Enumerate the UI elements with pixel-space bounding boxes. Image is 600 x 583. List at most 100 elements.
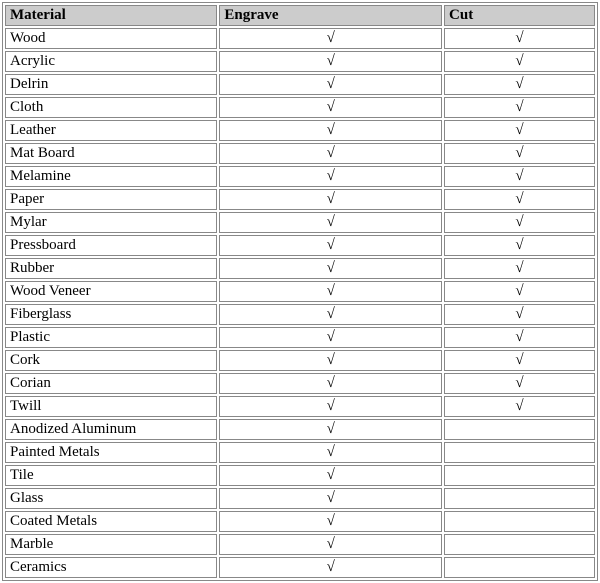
cell-engrave: √	[219, 442, 442, 463]
cell-material: Wood	[5, 28, 217, 49]
cell-cut: √	[444, 74, 595, 95]
cell-material: Pressboard	[5, 235, 217, 256]
cell-engrave: √	[219, 534, 442, 555]
cell-cut	[444, 488, 595, 509]
cell-cut	[444, 442, 595, 463]
cell-engrave: √	[219, 143, 442, 164]
cell-material: Fiberglass	[5, 304, 217, 325]
table-row: Wood√√	[5, 28, 595, 49]
cell-material: Painted Metals	[5, 442, 217, 463]
cell-engrave: √	[219, 97, 442, 118]
cell-cut: √	[444, 143, 595, 164]
table-row: Acrylic√√	[5, 51, 595, 72]
cell-material: Cloth	[5, 97, 217, 118]
table-row: Ceramics√	[5, 557, 595, 578]
header-cut: Cut	[444, 5, 595, 26]
cell-material: Leather	[5, 120, 217, 141]
cell-material: Paper	[5, 189, 217, 210]
cell-cut	[444, 419, 595, 440]
cell-cut: √	[444, 396, 595, 417]
cell-cut: √	[444, 258, 595, 279]
table-row: Pressboard√√	[5, 235, 595, 256]
cell-material: Mylar	[5, 212, 217, 233]
cell-cut: √	[444, 189, 595, 210]
cell-cut: √	[444, 97, 595, 118]
cell-engrave: √	[219, 419, 442, 440]
cell-cut	[444, 534, 595, 555]
cell-engrave: √	[219, 327, 442, 348]
cell-cut: √	[444, 212, 595, 233]
cell-engrave: √	[219, 511, 442, 532]
cell-material: Plastic	[5, 327, 217, 348]
cell-cut: √	[444, 28, 595, 49]
cell-engrave: √	[219, 51, 442, 72]
header-engrave: Engrave	[219, 5, 442, 26]
cell-material: Tile	[5, 465, 217, 486]
table-row: Delrin√√	[5, 74, 595, 95]
cell-engrave: √	[219, 212, 442, 233]
cell-engrave: √	[219, 281, 442, 302]
cell-engrave: √	[219, 373, 442, 394]
cell-engrave: √	[219, 465, 442, 486]
table-row: Paper√√	[5, 189, 595, 210]
cell-cut: √	[444, 373, 595, 394]
cell-cut: √	[444, 327, 595, 348]
cell-material: Rubber	[5, 258, 217, 279]
table-row: Marble√	[5, 534, 595, 555]
cell-cut	[444, 557, 595, 578]
table-row: Glass√	[5, 488, 595, 509]
cell-material: Delrin	[5, 74, 217, 95]
cell-engrave: √	[219, 396, 442, 417]
cell-material: Marble	[5, 534, 217, 555]
cell-cut: √	[444, 350, 595, 371]
table-row: Corian√√	[5, 373, 595, 394]
cell-material: Coated Metals	[5, 511, 217, 532]
cell-material: Twill	[5, 396, 217, 417]
cell-engrave: √	[219, 258, 442, 279]
materials-table: Material Engrave Cut Wood√√Acrylic√√Delr…	[2, 2, 598, 581]
table-row: Fiberglass√√	[5, 304, 595, 325]
cell-material: Acrylic	[5, 51, 217, 72]
cell-material: Mat Board	[5, 143, 217, 164]
cell-engrave: √	[219, 189, 442, 210]
cell-cut: √	[444, 166, 595, 187]
cell-engrave: √	[219, 235, 442, 256]
cell-engrave: √	[219, 120, 442, 141]
table-row: Coated Metals√	[5, 511, 595, 532]
cell-cut: √	[444, 51, 595, 72]
table-row: Leather√√	[5, 120, 595, 141]
cell-cut	[444, 465, 595, 486]
table-row: Anodized Aluminum√	[5, 419, 595, 440]
cell-engrave: √	[219, 166, 442, 187]
cell-engrave: √	[219, 74, 442, 95]
cell-material: Corian	[5, 373, 217, 394]
cell-engrave: √	[219, 350, 442, 371]
cell-cut: √	[444, 304, 595, 325]
cell-cut: √	[444, 281, 595, 302]
table-row: Wood Veneer√√	[5, 281, 595, 302]
table-row: Mylar√√	[5, 212, 595, 233]
cell-material: Glass	[5, 488, 217, 509]
table-row: Plastic√√	[5, 327, 595, 348]
cell-cut: √	[444, 120, 595, 141]
cell-engrave: √	[219, 557, 442, 578]
table-row: Tile√	[5, 465, 595, 486]
cell-material: Ceramics	[5, 557, 217, 578]
cell-engrave: √	[219, 28, 442, 49]
table-row: Twill√√	[5, 396, 595, 417]
cell-material: Anodized Aluminum	[5, 419, 217, 440]
table-row: Cork√√	[5, 350, 595, 371]
table-header-row: Material Engrave Cut	[5, 5, 595, 26]
table-row: Mat Board√√	[5, 143, 595, 164]
table-row: Melamine√√	[5, 166, 595, 187]
table-row: Rubber√√	[5, 258, 595, 279]
table-body: Wood√√Acrylic√√Delrin√√Cloth√√Leather√√M…	[5, 28, 595, 578]
cell-engrave: √	[219, 304, 442, 325]
cell-cut: √	[444, 235, 595, 256]
cell-material: Wood Veneer	[5, 281, 217, 302]
cell-material: Cork	[5, 350, 217, 371]
header-material: Material	[5, 5, 217, 26]
table-row: Painted Metals√	[5, 442, 595, 463]
cell-engrave: √	[219, 488, 442, 509]
cell-cut	[444, 511, 595, 532]
